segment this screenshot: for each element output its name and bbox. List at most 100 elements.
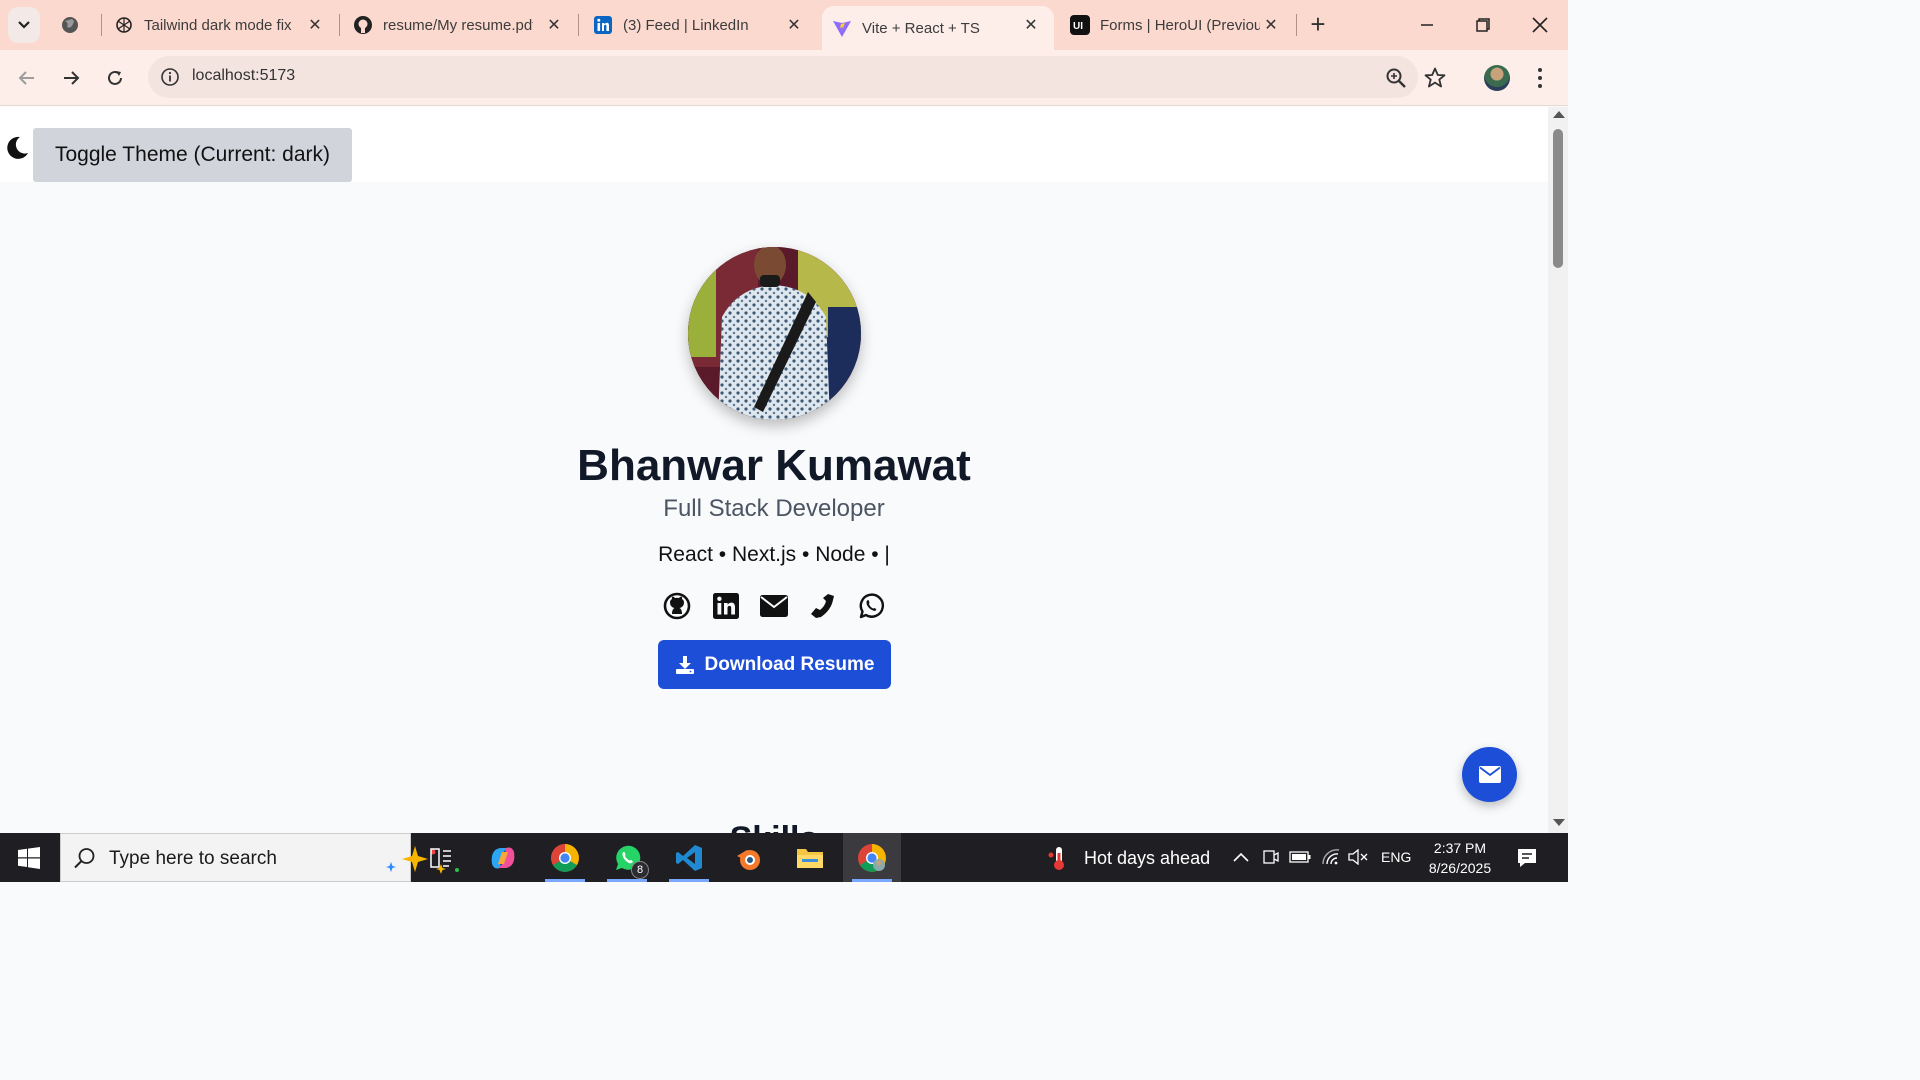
linkedin-link[interactable] [711, 591, 741, 621]
chrome-app[interactable] [536, 833, 594, 882]
wifi-icon[interactable] [1320, 846, 1342, 868]
chevron-up-icon [1233, 852, 1249, 862]
github-icon [353, 15, 373, 35]
copilot-app[interactable] [474, 833, 532, 882]
vite-icon [832, 18, 852, 38]
social-links [662, 591, 892, 621]
profile-avatar[interactable] [1484, 65, 1510, 91]
close-window-button[interactable] [1525, 10, 1555, 40]
chrome-profile-app[interactable] [843, 833, 901, 882]
whatsapp-badge: 8 [631, 861, 649, 879]
github-icon [663, 592, 691, 620]
copilot-icon [491, 847, 515, 868]
address-bar[interactable]: localhost:5173 [148, 56, 1418, 98]
tab-separator [339, 14, 340, 36]
taskbar-clock[interactable]: 2:37 PM 8/26/2025 [1420, 838, 1500, 878]
start-button[interactable] [0, 833, 58, 882]
scroll-thumb[interactable] [1553, 129, 1563, 268]
profile-photo [688, 247, 861, 420]
tab-title: Tailwind dark mode fix [144, 16, 292, 34]
tab-chatgpt[interactable]: Tailwind dark mode fix ✕ [114, 0, 338, 50]
battery-icon[interactable] [1289, 846, 1311, 868]
email-link[interactable] [759, 591, 789, 621]
phone-link[interactable] [807, 591, 837, 621]
tab-linkedin[interactable]: (3) Feed | LinkedIn ✕ [593, 0, 817, 50]
github-link[interactable] [662, 591, 692, 621]
moon-icon [7, 136, 28, 159]
tab-heroui[interactable]: UI Forms | HeroUI (Previou ✕ [1070, 0, 1294, 50]
search-placeholder: Type here to search [109, 848, 277, 869]
envelope-icon [760, 595, 788, 617]
clock-time: 2:37 PM [1433, 840, 1487, 856]
reload-button[interactable] [101, 64, 129, 92]
close-icon[interactable]: ✕ [785, 16, 803, 34]
close-icon[interactable]: ✕ [545, 16, 563, 34]
restore-icon [1476, 18, 1490, 32]
theme-bar: Toggle Theme (Current: dark) [0, 107, 1548, 182]
typed-skills-text: React • Next.js • Node • | [658, 543, 890, 566]
close-icon [1532, 17, 1548, 33]
vscode-icon [676, 844, 702, 871]
contact-fab-button[interactable] [1462, 747, 1517, 802]
tab-separator [578, 14, 579, 36]
tab-vite-active[interactable]: Vite + React + TS ✕ [822, 6, 1054, 50]
site-info-icon[interactable] [160, 67, 180, 87]
tab-title: resume/My resume.pdf [383, 16, 533, 34]
page-scrollbar[interactable] [1548, 107, 1568, 833]
close-icon[interactable]: ✕ [1022, 16, 1040, 34]
forward-button[interactable] [57, 64, 85, 92]
toggle-theme-button[interactable]: Toggle Theme (Current: dark) [33, 128, 352, 182]
url-text[interactable]: localhost:5173 [192, 67, 295, 85]
linkedin-icon [713, 593, 739, 619]
tab-separator [1296, 14, 1297, 36]
scroll-up-arrow[interactable] [1553, 111, 1565, 118]
clock-date: 8/26/2025 [1428, 860, 1492, 876]
chrome-icon [551, 843, 579, 872]
browser-toolbar: localhost:5173 [0, 50, 1568, 106]
download-resume-label: Download Resume [704, 653, 875, 675]
weather-text: Hot days ahead [1084, 847, 1211, 868]
bookmark-star-icon[interactable] [1423, 66, 1447, 90]
svg-text:UI: UI [1073, 21, 1083, 32]
weather-widget[interactable]: Hot days ahead [1046, 845, 1210, 871]
heroui-icon: UI [1070, 15, 1090, 35]
profile-role: Full Stack Developer [663, 495, 885, 522]
linkedin-icon [593, 15, 613, 35]
running-indicator [669, 879, 709, 882]
phone-icon [811, 594, 834, 618]
show-hidden-icons-button[interactable] [1230, 846, 1252, 868]
meet-now-icon[interactable] [1260, 846, 1282, 868]
whatsapp-link[interactable] [856, 591, 886, 621]
whatsapp-app[interactable]: 8 [598, 833, 656, 882]
back-button[interactable] [13, 64, 41, 92]
tab-github-resume[interactable]: resume/My resume.pdf ✕ [353, 0, 577, 50]
tab-search-button[interactable] [8, 7, 40, 43]
close-icon[interactable]: ✕ [1262, 16, 1280, 34]
zoom-icon[interactable] [1385, 67, 1407, 89]
new-tab-button[interactable]: + [1306, 11, 1330, 37]
language-indicator[interactable]: ENG [1381, 849, 1411, 865]
minimize-button[interactable] [1412, 10, 1442, 40]
close-icon[interactable]: ✕ [306, 16, 324, 34]
speaker-muted-icon[interactable] [1347, 846, 1369, 868]
file-explorer-app[interactable] [781, 833, 839, 882]
kebab-menu-icon[interactable] [1530, 65, 1550, 91]
download-icon [675, 655, 694, 674]
globe-icon [60, 15, 80, 35]
thermometer-icon [1048, 847, 1064, 870]
windows-logo-icon [18, 846, 40, 869]
openai-icon [114, 15, 134, 35]
download-resume-button[interactable]: Download Resume [658, 640, 891, 689]
scroll-down-arrow[interactable] [1553, 819, 1565, 826]
chevron-down-icon [18, 21, 30, 29]
task-view-button[interactable] [412, 833, 470, 882]
envelope-icon [1478, 766, 1501, 783]
notification-icon[interactable] [1515, 846, 1539, 870]
minimize-icon [1421, 24, 1433, 26]
windows-taskbar: Type here to search 8 Hot days ahead ENG… [0, 833, 1568, 882]
blender-app[interactable] [720, 833, 778, 882]
restore-button[interactable] [1468, 10, 1498, 40]
tab-pinned[interactable] [60, 0, 100, 50]
vscode-app[interactable] [660, 833, 718, 882]
taskbar-search[interactable]: Type here to search [60, 833, 459, 882]
